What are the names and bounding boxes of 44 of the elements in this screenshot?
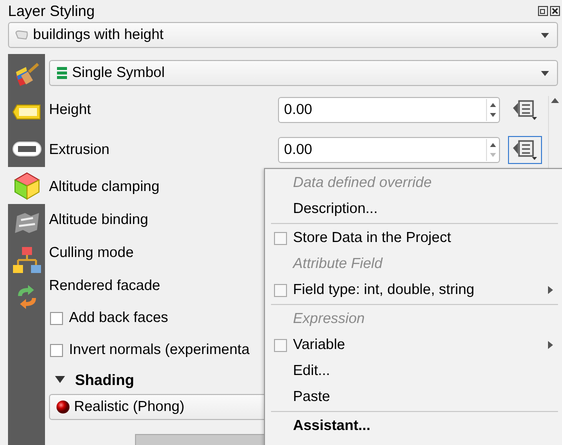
menu-item[interactable]: Edit...	[265, 358, 562, 384]
panel-title: Layer Styling	[8, 2, 95, 20]
menu-item[interactable]: Field type: int, double, string	[265, 277, 562, 303]
renderer-dropdown[interactable]: Single Symbol	[49, 60, 558, 86]
float-icon[interactable]	[538, 6, 548, 16]
field-label: Extrusion	[49, 142, 110, 158]
hierarchy-icon	[12, 244, 42, 274]
scroll-up-icon[interactable]	[551, 98, 559, 103]
paintbrush-icon	[14, 62, 40, 88]
checkbox-label: Invert normals (experimenta	[69, 342, 250, 358]
field-label: Culling mode	[49, 244, 134, 260]
polygon-icon	[15, 30, 29, 40]
menu-item[interactable]: Description...	[265, 196, 562, 222]
dropdown-arrow-icon	[541, 70, 549, 76]
spin-arrows-icon	[486, 139, 499, 161]
number-field[interactable]: 0.00	[278, 97, 500, 123]
checkbox[interactable]	[50, 312, 63, 324]
field-label: Altitude binding	[49, 212, 148, 228]
map-icon	[12, 212, 40, 234]
field-label: Rendered facade	[49, 278, 160, 294]
menu-heading: Data defined override	[293, 175, 433, 191]
menu-item[interactable]: Variable	[265, 332, 562, 358]
field-label: Altitude clamping	[49, 178, 160, 194]
layer-dropdown[interactable]: buildings with height	[8, 22, 558, 48]
menu-item[interactable]: Store Data in the Project	[265, 225, 562, 251]
menu-heading: Expression	[293, 311, 366, 327]
data-defined-button[interactable]	[508, 136, 542, 164]
collapse-arrow-icon[interactable]	[55, 376, 65, 384]
data-defined-icon	[512, 99, 538, 121]
dropdown-arrow-icon	[541, 32, 549, 38]
sphere-icon	[56, 400, 70, 414]
spin-arrows-icon	[486, 99, 499, 121]
label-icon	[12, 140, 42, 158]
close-icon[interactable]	[550, 6, 560, 16]
single-symbol-icon	[56, 67, 68, 79]
number-field[interactable]: 0.00	[278, 137, 500, 163]
label-icon	[12, 102, 42, 120]
data-defined-icon	[512, 139, 538, 161]
cube-icon	[12, 170, 40, 200]
checkbox[interactable]	[50, 344, 63, 356]
field-label: Height	[49, 102, 91, 118]
group-title: Shading	[75, 372, 134, 388]
menu-heading: Attribute Field	[293, 256, 384, 272]
checkbox-label: Add back faces	[69, 310, 168, 326]
